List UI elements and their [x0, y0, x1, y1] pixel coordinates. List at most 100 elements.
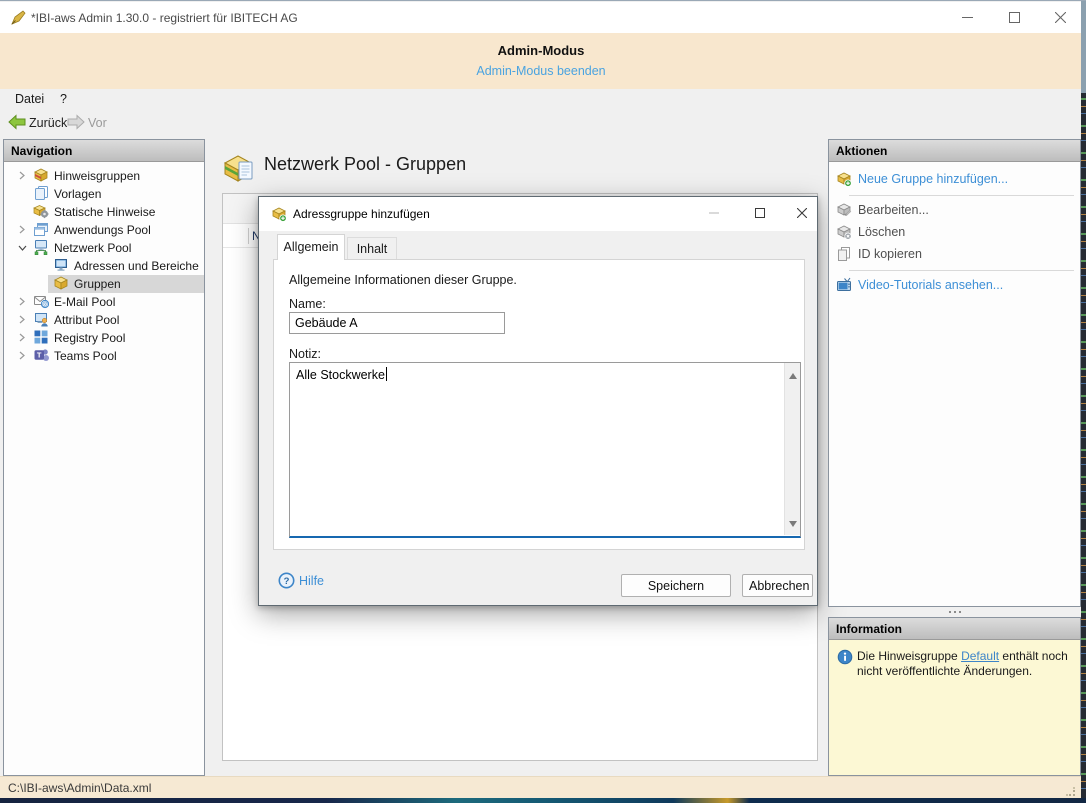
maximize-icon — [755, 208, 765, 218]
page-title: Netzwerk Pool - Gruppen — [264, 154, 467, 174]
edit-icon — [836, 202, 852, 223]
network-pool-icon — [33, 239, 49, 258]
back-button[interactable] — [8, 114, 26, 135]
save-button[interactable]: Speichern — [621, 574, 731, 597]
admin-mode-heading: Admin-Modus — [497, 43, 585, 58]
note-text-value: Alle Stockwerke — [296, 368, 385, 382]
maximize-button[interactable] — [992, 2, 1037, 33]
sidebar-item-label[interactable]: Registry Pool — [54, 331, 125, 345]
templates-icon — [33, 185, 49, 204]
sidebar-item-label[interactable]: E-Mail Pool — [54, 295, 115, 309]
help-icon[interactable]: ? — [278, 572, 295, 594]
groups-icon — [53, 275, 69, 294]
panel-splitter[interactable] — [828, 607, 1081, 617]
chevron-right-icon[interactable] — [17, 313, 27, 327]
action-video-tutorials[interactable]: Video-Tutorials ansehen... — [829, 275, 1080, 295]
tab-allgemein[interactable]: Allgemein — [277, 234, 345, 260]
taskbar-sliver — [0, 798, 1086, 803]
menu-datei[interactable]: Datei — [11, 91, 48, 107]
background-window-edge — [1081, 93, 1086, 798]
tab-inhalt[interactable]: Inhalt — [347, 237, 397, 260]
sidebar-item-registry-pool[interactable]: Registry Pool — [4, 329, 204, 347]
sidebar-item-label[interactable]: Vorlagen — [54, 187, 101, 201]
sidebar-item-label[interactable]: Hinweisgruppen — [54, 169, 140, 183]
cancel-button[interactable]: Abbrechen — [742, 574, 813, 597]
action-label: Bearbeiten... — [858, 203, 929, 217]
title-bar: *IBI-aws Admin 1.30.0 - registriert für … — [0, 2, 1082, 33]
sidebar-item-label[interactable]: Gruppen — [74, 277, 121, 291]
sidebar-item-attribut-pool[interactable]: Attribut Pool — [4, 311, 204, 329]
actions-panel-header: Aktionen — [829, 140, 1080, 162]
background-window-edge — [1081, 1, 1086, 93]
actions-panel: Aktionen Neue Gruppe hinzufügen... Bearb… — [828, 139, 1081, 607]
sidebar-item-adressen-und-bereiche[interactable]: Adressen und Bereiche — [4, 257, 204, 275]
close-icon — [1055, 12, 1066, 23]
info-text-before: Die Hinweisgruppe — [857, 649, 962, 663]
sidebar-item-anwendungs-pool[interactable]: Anwendungs Pool — [4, 221, 204, 239]
sidebar-item-label[interactable]: Teams Pool — [54, 349, 117, 363]
delete-icon — [836, 224, 852, 245]
menu-help[interactable]: ? — [56, 91, 71, 107]
minimize-icon — [709, 212, 719, 214]
chevron-right-icon[interactable] — [17, 295, 27, 309]
exit-admin-mode-link[interactable]: Admin-Modus beenden — [0, 64, 1082, 78]
separator — [849, 195, 1074, 196]
action-label: ID kopieren — [858, 247, 922, 261]
tv-icon — [836, 277, 852, 298]
close-icon — [797, 208, 807, 218]
minimize-button[interactable] — [945, 2, 990, 33]
scroll-up-icon[interactable] — [789, 366, 797, 384]
note-textarea[interactable]: Alle Stockwerke — [289, 362, 801, 538]
forward-button[interactable] — [67, 114, 85, 135]
chevron-down-icon[interactable] — [17, 241, 27, 255]
sidebar-item-hinweisgruppen[interactable]: Hinweisgruppen — [4, 167, 204, 185]
sidebar-item-gruppen[interactable]: Gruppen — [4, 275, 204, 293]
dialog-maximize-button[interactable] — [743, 199, 777, 227]
sidebar-item-statische-hinweise[interactable]: Statische Hinweise — [4, 203, 204, 221]
information-body: Die Hinweisgruppe Default enthält noch n… — [829, 640, 1080, 775]
dialog-icon — [271, 206, 287, 227]
chevron-right-icon[interactable] — [17, 349, 27, 363]
navigation-panel: Navigation Hinweisgruppen Vorlagen Stati… — [3, 139, 205, 776]
sidebar-item-label[interactable]: Anwendungs Pool — [54, 223, 151, 237]
action-label[interactable]: Video-Tutorials ansehen... — [858, 278, 1003, 292]
note-label: Notiz: — [289, 347, 321, 361]
status-bar: C:\IBI-aws\Admin\Data.xml — [0, 776, 1082, 798]
default-group-link[interactable]: Default — [961, 649, 999, 663]
column-divider — [248, 228, 249, 244]
sidebar-item-label[interactable]: Statische Hinweise — [54, 205, 155, 219]
help-link[interactable]: Hilfe — [299, 574, 324, 588]
app-icon — [10, 10, 26, 31]
forward-button-label[interactable]: Vor — [88, 116, 107, 130]
back-arrow-icon — [8, 114, 26, 130]
note-scrollbar[interactable] — [784, 363, 800, 535]
maximize-icon — [1009, 12, 1020, 23]
sidebar-item-email-pool[interactable]: @ E-Mail Pool — [4, 293, 204, 311]
add-address-group-dialog: Adressgruppe hinzufügen Allgemein Inhalt… — [258, 196, 818, 606]
static-notices-icon — [33, 203, 49, 222]
information-panel: Information Die Hinweisgruppe Default en… — [828, 617, 1081, 776]
action-label[interactable]: Neue Gruppe hinzufügen... — [858, 172, 1008, 186]
minimize-icon — [962, 17, 973, 18]
dialog-minimize-button[interactable] — [697, 199, 731, 227]
status-file-path: C:\IBI-aws\Admin\Data.xml — [8, 781, 152, 795]
sidebar-item-teams-pool[interactable]: T Teams Pool — [4, 347, 204, 365]
copy-icon — [836, 246, 852, 267]
back-button-label[interactable]: Zurück — [29, 116, 67, 130]
close-button[interactable] — [1038, 2, 1083, 33]
chevron-right-icon[interactable] — [17, 169, 27, 183]
action-add-group[interactable]: Neue Gruppe hinzufügen... — [829, 169, 1080, 189]
sidebar-item-vorlagen[interactable]: Vorlagen — [4, 185, 204, 203]
scroll-down-icon[interactable] — [789, 514, 797, 532]
sidebar-item-label[interactable]: Attribut Pool — [54, 313, 119, 327]
dialog-close-button[interactable] — [785, 199, 819, 227]
chevron-right-icon[interactable] — [17, 223, 27, 237]
email-pool-icon: @ — [33, 293, 50, 312]
action-copy-id: ID kopieren — [829, 244, 1080, 264]
sidebar-item-netzwerk-pool[interactable]: Netzwerk Pool — [4, 239, 204, 257]
sidebar-item-label[interactable]: Netzwerk Pool — [54, 241, 131, 255]
name-input[interactable] — [289, 312, 505, 334]
chevron-right-icon[interactable] — [17, 331, 27, 345]
dialog-title-bar: Adressgruppe hinzufügen — [259, 197, 817, 231]
sidebar-item-label[interactable]: Adressen und Bereiche — [74, 259, 199, 273]
